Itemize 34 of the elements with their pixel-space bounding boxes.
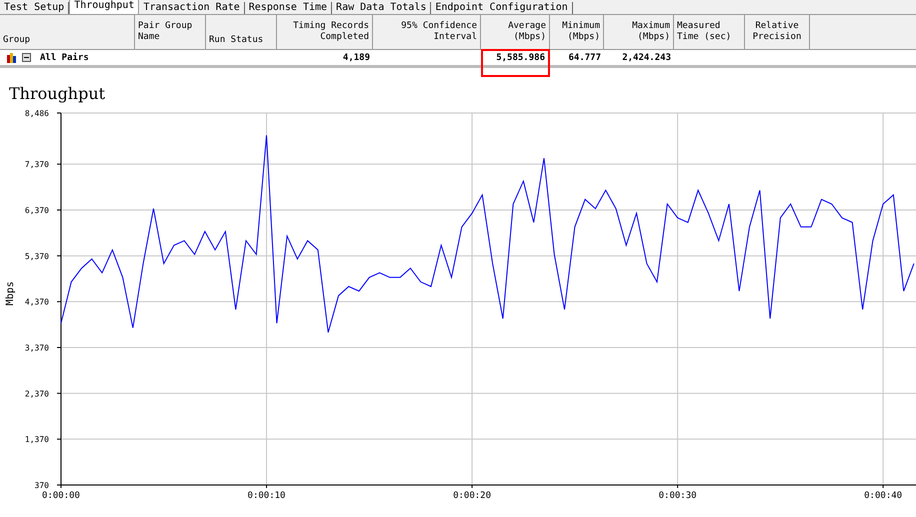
y-tick-label: 7,370 xyxy=(24,160,49,170)
column-header[interactable]: Pair Group Name xyxy=(135,15,206,49)
table-cell-text: 2,424.243 xyxy=(621,52,672,64)
y-tick-label: 6,370 xyxy=(24,206,49,215)
x-tick-label: 0:00:40 xyxy=(864,491,902,501)
x-tick-label: 0:00:30 xyxy=(658,491,697,501)
y-axis-label: Mbps xyxy=(5,281,16,306)
column-header[interactable]: Maximum (Mbps) xyxy=(604,15,674,49)
column-header[interactable]: Average (Mbps) xyxy=(481,15,550,49)
group-name: All Pairs xyxy=(39,52,89,64)
x-tick-label: 0:00:20 xyxy=(453,491,492,501)
column-header[interactable]: Relative Precision xyxy=(745,15,810,49)
column-header[interactable]: Measured Time (sec) xyxy=(674,15,745,49)
bar-chart-icon xyxy=(6,52,17,63)
x-tick-label: 0:00:10 xyxy=(248,491,286,501)
collapse-toggle[interactable] xyxy=(22,53,31,62)
y-tick-label: 8,486 xyxy=(24,109,49,118)
tab[interactable]: Throughput xyxy=(69,0,140,14)
table-cell-text: 64.777 xyxy=(567,52,602,64)
y-tick-label: 5,370 xyxy=(24,252,49,261)
column-header[interactable]: 95% Confidence Interval xyxy=(373,15,481,49)
chart-title: Throughput xyxy=(9,84,106,104)
table-cell-text: 4,189 xyxy=(342,52,371,64)
y-tick-label: 2,370 xyxy=(24,389,49,398)
table-cell: 5,585.986 xyxy=(481,49,550,77)
x-tick-label: 0:00:00 xyxy=(42,491,80,501)
y-tick-label: 4,370 xyxy=(24,298,49,307)
column-header[interactable]: Run Status xyxy=(206,15,277,49)
column-header[interactable]: Group xyxy=(0,15,135,49)
column-header[interactable]: Timing Records Completed xyxy=(277,15,373,49)
column-header[interactable]: Minimum (Mbps) xyxy=(550,15,604,49)
y-tick-label: 370 xyxy=(34,481,49,490)
y-tick-label: 1,370 xyxy=(24,435,49,444)
y-tick-label: 3,370 xyxy=(24,344,49,352)
